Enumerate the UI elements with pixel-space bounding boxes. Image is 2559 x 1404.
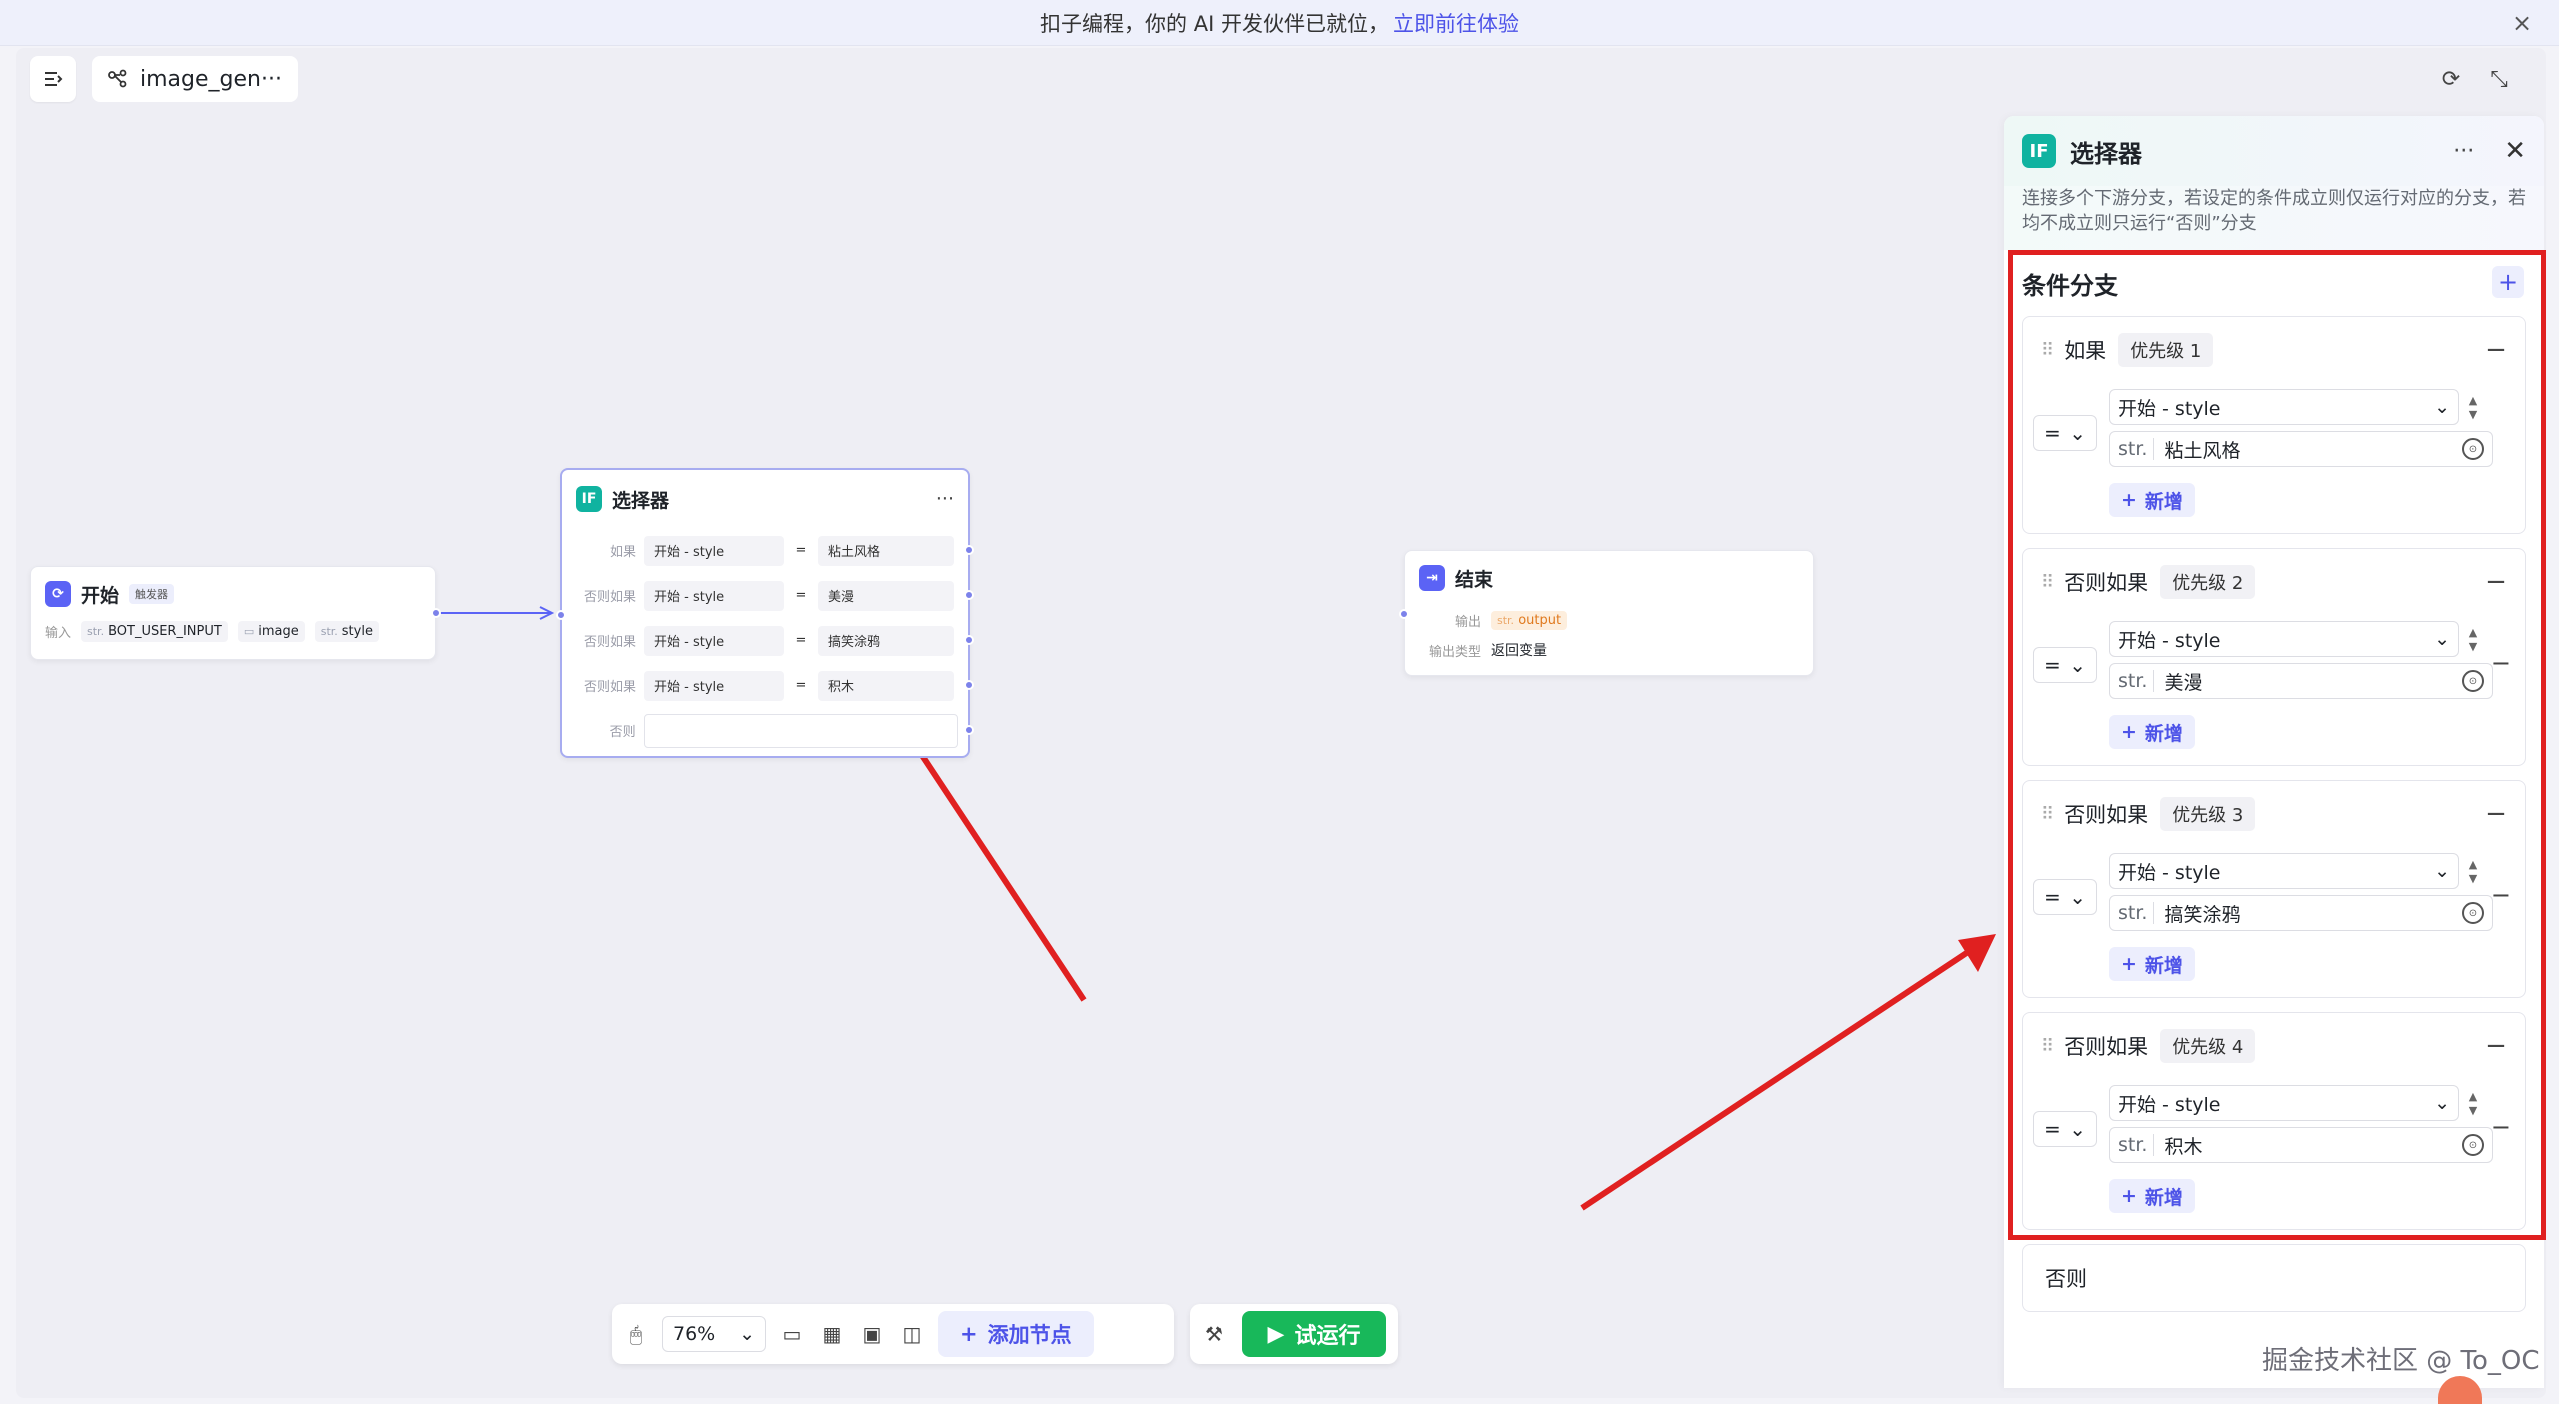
output-type-value: 返回变量 bbox=[1491, 643, 1547, 659]
comment-icon[interactable]: ▭ bbox=[778, 1320, 806, 1348]
output-port[interactable] bbox=[431, 608, 441, 618]
input-label: 输入 bbox=[45, 626, 72, 641]
else-box bbox=[643, 713, 958, 748]
workflow-icon bbox=[108, 69, 127, 88]
zoom-select[interactable]: 76% ⌄ bbox=[662, 1316, 766, 1352]
selector-row: 否则如果 开始 - style = 搞笑涂鸦 bbox=[562, 618, 968, 663]
more-icon[interactable]: ··· bbox=[2453, 139, 2474, 164]
start-icon: ⟳ bbox=[45, 581, 71, 607]
output-label: 输出 bbox=[1454, 614, 1481, 630]
workflow-title: image_gen··· bbox=[140, 66, 282, 92]
end-node[interactable]: ⇥ 结束 输出 str. output 输出类型 返回变量 bbox=[1399, 550, 1814, 676]
row-rhs: 搞笑涂鸦 bbox=[818, 625, 954, 656]
row-lhs: 开始 - style bbox=[644, 580, 784, 611]
row-operator: = bbox=[795, 678, 807, 693]
row-lhs: 开始 - style bbox=[644, 535, 784, 566]
selector-else-row: 否则 bbox=[562, 708, 968, 753]
row-operator: = bbox=[795, 633, 807, 648]
run-toolbar: ⚒ ▶ 试运行 bbox=[1190, 1304, 1398, 1364]
end-node-title: 结束 bbox=[1455, 568, 1494, 591]
selector-row: 否则如果 开始 - style = 积木 bbox=[562, 663, 968, 708]
wrench-icon[interactable]: ⚒ bbox=[1200, 1320, 1228, 1348]
test-run-label: 试运行 bbox=[1294, 1324, 1361, 1349]
plus-icon: + bbox=[960, 1322, 978, 1346]
row-rhs: 美漫 bbox=[818, 580, 954, 611]
more-icon[interactable]: ··· bbox=[936, 488, 954, 510]
selector-row: 如果 开始 - style = 粘土风格 bbox=[562, 528, 968, 573]
if-icon: IF bbox=[576, 486, 602, 512]
panel-description: 连接多个下游分支，若设定的条件成立则仅运行对应的分支，若均不成立则只运行“否则”… bbox=[2004, 186, 2544, 250]
collapse-icon[interactable]: ⤡ bbox=[2482, 62, 2516, 96]
end-icon: ⇥ bbox=[1419, 565, 1445, 591]
selector-node[interactable]: IF 选择器 ··· 如果 开始 - style = 粘土风格 否则如果 开始 … bbox=[556, 468, 974, 758]
start-node-title: 开始 bbox=[81, 584, 120, 607]
row-lhs: 开始 - style bbox=[644, 625, 784, 656]
layout-icon[interactable]: ▦ bbox=[818, 1320, 846, 1348]
sidebar-toggle-button[interactable] bbox=[30, 56, 76, 102]
output-var-tag: str. output bbox=[1491, 610, 1568, 630]
annotation-highlight-box bbox=[2008, 250, 2546, 1240]
row-lhs: 开始 - style bbox=[644, 670, 784, 701]
row-keyword: 否则如果 bbox=[583, 680, 636, 695]
row-rhs: 积木 bbox=[818, 670, 954, 701]
play-icon: ▶ bbox=[1267, 1321, 1285, 1347]
trigger-tag: 触发器 bbox=[129, 584, 175, 604]
row-keyword: 否则如果 bbox=[583, 635, 636, 650]
refresh-icon[interactable]: ⟳ bbox=[2434, 62, 2468, 96]
else-port[interactable] bbox=[964, 725, 974, 735]
workflow-title-pill[interactable]: image_gen··· bbox=[92, 56, 298, 102]
close-icon[interactable]: ✕ bbox=[2504, 136, 2526, 166]
panel-title: 选择器 bbox=[2070, 139, 2142, 168]
else-label: 否则 bbox=[2045, 1267, 2087, 1291]
branch-port[interactable] bbox=[964, 635, 974, 645]
else-branch: 否则 bbox=[2022, 1244, 2526, 1312]
chevron-down-icon: ⌄ bbox=[739, 1323, 755, 1345]
row-keyword: 否则 bbox=[609, 725, 636, 740]
test-run-button[interactable]: ▶ 试运行 bbox=[1242, 1311, 1386, 1357]
selector-node-title: 选择器 bbox=[612, 489, 670, 512]
canvas-toolbar: 🖱 76% ⌄ ▭ ▦ ▣ ◫ + 添加节点 bbox=[612, 1304, 1174, 1364]
add-node-label: 添加节点 bbox=[987, 1323, 1072, 1347]
mouse-mode-icon[interactable]: 🖱 bbox=[622, 1320, 650, 1348]
banner-text: 扣子编程，你的 AI 开发伙伴已就位， bbox=[1040, 11, 1389, 36]
image-icon: ▭ bbox=[243, 625, 255, 638]
selector-row: 否则如果 开始 - style = 美漫 bbox=[562, 573, 968, 618]
watermark: 掘金技术社区 @ To_OC bbox=[2262, 1346, 2540, 1376]
branch-port[interactable] bbox=[964, 590, 974, 600]
minimap-icon[interactable]: ◫ bbox=[898, 1320, 926, 1348]
input-port[interactable] bbox=[1399, 609, 1409, 619]
row-operator: = bbox=[795, 588, 807, 603]
row-rhs: 粘土风格 bbox=[818, 535, 954, 566]
image-icon[interactable]: ▣ bbox=[858, 1320, 886, 1348]
input-chip: str. style bbox=[314, 621, 379, 642]
input-chip: ▭ image bbox=[237, 621, 305, 642]
row-keyword: 如果 bbox=[609, 545, 636, 560]
menu-collapse-icon bbox=[45, 72, 63, 86]
start-node[interactable]: ⟳ 开始 触发器 输入 str. BOT_USER_INPUT ▭ image st… bbox=[30, 566, 441, 660]
row-operator: = bbox=[795, 543, 807, 558]
input-chip: str. BOT_USER_INPUT bbox=[81, 621, 228, 642]
if-icon: IF bbox=[2022, 134, 2056, 168]
branch-port[interactable] bbox=[964, 545, 974, 555]
add-node-button[interactable]: + 添加节点 bbox=[938, 1311, 1094, 1357]
branch-port[interactable] bbox=[964, 680, 974, 690]
row-keyword: 否则如果 bbox=[583, 590, 636, 605]
zoom-value: 76% bbox=[673, 1323, 716, 1345]
promo-banner: 扣子编程，你的 AI 开发伙伴已就位， 立即前往体验 × bbox=[0, 0, 2559, 46]
input-port[interactable] bbox=[556, 610, 566, 620]
close-icon[interactable]: × bbox=[2509, 10, 2535, 36]
banner-link[interactable]: 立即前往体验 bbox=[1393, 8, 1519, 38]
output-type-label: 输出类型 bbox=[1428, 644, 1481, 660]
